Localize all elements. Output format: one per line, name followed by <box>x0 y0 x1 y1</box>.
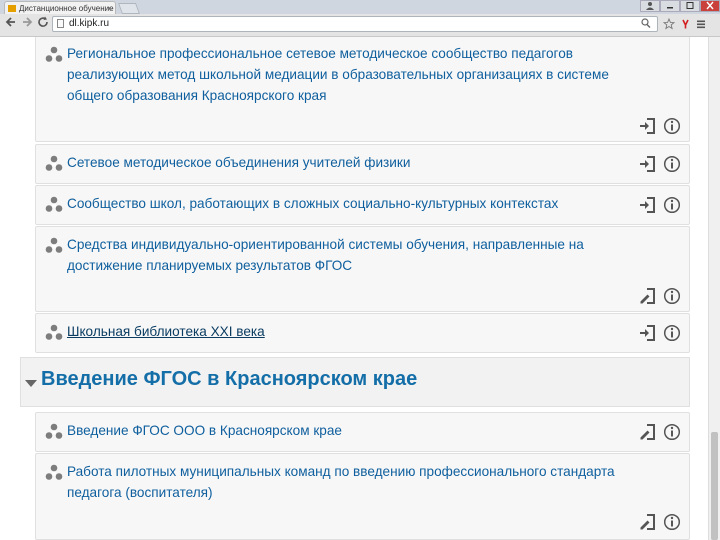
tab-strip: Дистанционное обучение × <box>0 0 720 14</box>
module-actions <box>639 117 683 135</box>
forum-icon <box>45 237 63 253</box>
close-window-icon[interactable] <box>700 0 720 12</box>
info-icon[interactable] <box>663 287 681 305</box>
minimize-icon[interactable] <box>660 0 680 12</box>
yandex-extension-icon[interactable] <box>678 18 692 32</box>
module-actions <box>639 196 683 214</box>
module-actions <box>639 155 683 173</box>
tab-title: Дистанционное обучение <box>19 4 114 13</box>
section-header[interactable]: Введение ФГОС в Красноярском крае <box>20 357 690 407</box>
browser-chrome: Дистанционное обучение × dl.kipk.ru <box>0 0 720 37</box>
info-icon[interactable] <box>663 117 681 135</box>
list-item: Региональное профессиональное сетевое ме… <box>35 37 690 142</box>
list-item: Сетевое методическое объединения учителе… <box>35 144 690 184</box>
tab-close-icon[interactable]: × <box>107 2 112 14</box>
forum-icon <box>45 464 63 480</box>
module-link[interactable]: Школьная библиотека XXI века <box>67 321 642 342</box>
info-icon[interactable] <box>663 155 681 173</box>
info-icon[interactable] <box>663 196 681 214</box>
list-item: Средства индивидуально-ориентированной с… <box>35 226 690 312</box>
edit-enrol-icon[interactable] <box>639 513 657 531</box>
forum-icon <box>45 196 63 212</box>
enrol-icon[interactable] <box>639 117 657 135</box>
module-link[interactable]: Региональное профессиональное сетевое ме… <box>67 43 642 106</box>
collapse-triangle-icon[interactable] <box>25 380 37 387</box>
enrol-icon[interactable] <box>639 324 657 342</box>
back-button[interactable] <box>3 16 19 32</box>
module-link[interactable]: Средства индивидуально-ориентированной с… <box>67 234 642 276</box>
page-icon <box>57 19 64 28</box>
module-link[interactable]: Работа пилотных муниципальных команд по … <box>67 461 642 503</box>
module-actions <box>639 287 683 305</box>
edit-enrol-icon[interactable] <box>639 287 657 305</box>
menu-icon[interactable] <box>694 18 708 32</box>
forward-button[interactable] <box>19 16 35 32</box>
forum-icon <box>45 423 63 439</box>
enrol-icon[interactable] <box>639 196 657 214</box>
vertical-scrollbar[interactable] <box>708 37 720 540</box>
user-icon[interactable] <box>640 0 660 12</box>
forum-icon <box>45 46 63 62</box>
module-actions <box>639 324 683 342</box>
forum-icon <box>45 155 63 171</box>
module-actions <box>639 423 683 441</box>
edit-enrol-icon[interactable] <box>639 423 657 441</box>
info-icon[interactable] <box>663 423 681 441</box>
navigation-bar: dl.kipk.ru <box>0 14 720 36</box>
module-actions <box>639 513 683 531</box>
module-link[interactable]: Сообщество школ, работающих в сложных со… <box>67 193 642 214</box>
course-page: Региональное профессиональное сетевое ме… <box>0 37 708 540</box>
favicon-icon <box>8 5 16 12</box>
forum-icon <box>45 324 63 340</box>
list-item: Введение ФГОС ООО в Красноярском крае <box>35 412 690 452</box>
info-icon[interactable] <box>663 324 681 342</box>
list-item: Сообщество школ, работающих в сложных со… <box>35 185 690 225</box>
module-link[interactable]: Введение ФГОС ООО в Красноярском крае <box>67 420 642 441</box>
list-item: Работа пилотных муниципальных команд по … <box>35 453 690 540</box>
section-title[interactable]: Введение ФГОС в Красноярском крае <box>41 368 417 391</box>
scrollbar-thumb[interactable] <box>711 432 718 540</box>
new-tab-button[interactable] <box>117 3 141 14</box>
enrol-icon[interactable] <box>639 155 657 173</box>
reload-button[interactable] <box>35 16 51 32</box>
browser-tab[interactable]: Дистанционное обучение × <box>4 1 116 14</box>
module-link[interactable]: Сетевое методическое объединения учителе… <box>67 152 642 173</box>
info-icon[interactable] <box>663 513 681 531</box>
address-text: dl.kipk.ru <box>69 18 110 29</box>
star-icon[interactable] <box>662 17 676 32</box>
maximize-icon[interactable] <box>680 0 700 12</box>
search-icon[interactable] <box>641 17 651 34</box>
list-item: Школьная библиотека XXI века <box>35 313 690 353</box>
address-bar[interactable]: dl.kipk.ru <box>52 16 658 32</box>
